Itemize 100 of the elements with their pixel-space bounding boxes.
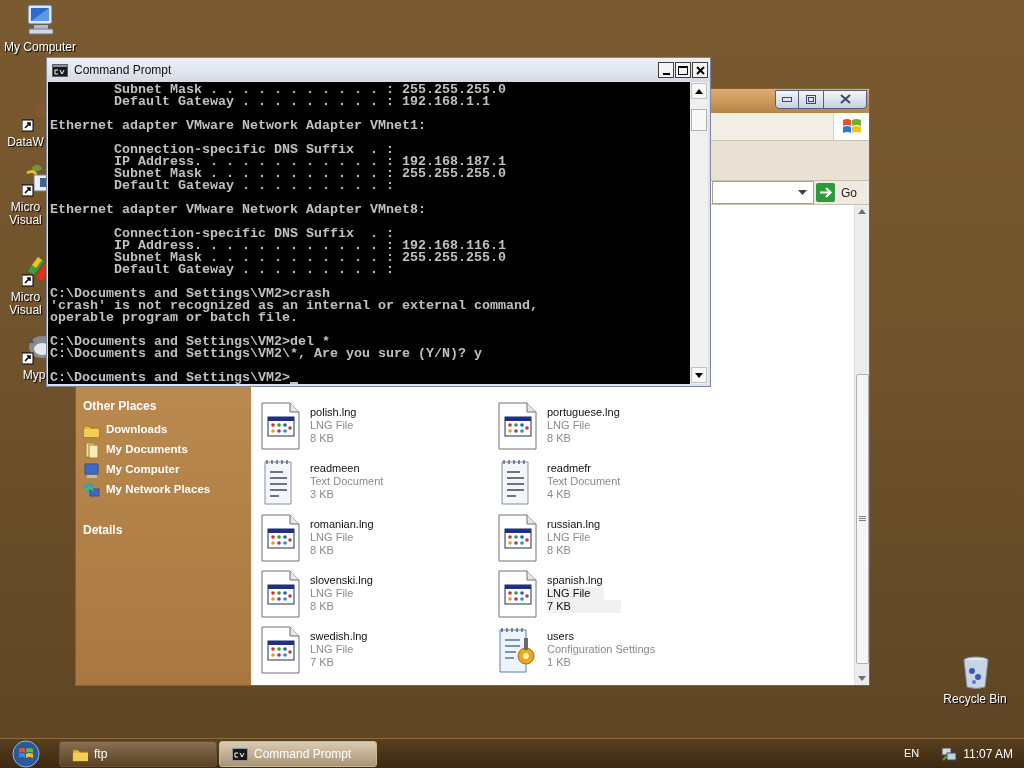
file-size: 1 KB	[547, 656, 571, 669]
console-line: Subnet Mask . . . . . . . . . . . : 255.255.255.0	[113, 84, 506, 96]
icon-label[interactable]: Micro Visual	[5, 291, 46, 317]
file-type: Text Document	[547, 475, 621, 488]
go-button[interactable]: Go	[814, 181, 869, 204]
close-button[interactable]	[692, 62, 708, 78]
close-icon	[839, 94, 851, 104]
language-indicator[interactable]: EN	[903, 745, 920, 762]
file-name[interactable]: russian.lng	[547, 518, 601, 531]
console-line: Connection-specific DNS Suffix . :	[113, 228, 394, 240]
document-icon[interactable]	[261, 626, 301, 674]
console-line: C:\Documents and Settings\VM2>	[50, 372, 290, 384]
file-name[interactable]: swedish.lng	[310, 630, 368, 643]
minimize-icon	[782, 96, 792, 102]
documents-icon[interactable]	[83, 441, 100, 459]
scroll-thumb[interactable]	[691, 109, 707, 131]
console-line: IP Address. . . . . . . . . . . . : 192.168.187.1	[113, 156, 506, 168]
document-icon[interactable]	[498, 514, 538, 562]
restore-icon	[806, 94, 816, 104]
computer-icon[interactable]	[83, 461, 100, 479]
file-size: 8 KB	[310, 432, 334, 445]
file-size: 8 KB	[547, 544, 571, 557]
scroll-up-icon[interactable]	[858, 209, 866, 214]
file-type: LNG File	[547, 419, 591, 432]
icon-label[interactable]: My Computer	[0, 41, 80, 54]
console-line: C:\Documents and Settings\VM2>del *	[50, 336, 330, 348]
window-title: Command Prompt	[74, 62, 173, 79]
file-name[interactable]: portuguese.lng	[547, 406, 620, 419]
maximize-icon	[678, 65, 688, 75]
console-line: Default Gateway . . . . . . . . . :	[113, 264, 394, 276]
file-size: 7 KB	[547, 600, 621, 613]
scroll-down-button[interactable]	[691, 367, 707, 383]
document-icon[interactable]	[498, 402, 538, 450]
settings-file-icon[interactable]	[498, 626, 538, 674]
network-icon[interactable]	[941, 745, 958, 762]
console-line: Connection-specific DNS Suffix . :	[113, 144, 394, 156]
file-size: 7 KB	[310, 656, 334, 669]
file-type: LNG File	[310, 419, 354, 432]
scrollbar[interactable]	[690, 82, 708, 384]
scroll-up-button[interactable]	[691, 83, 707, 99]
file-name[interactable]: romanian.lng	[310, 518, 374, 531]
file-name[interactable]: readmefr	[547, 462, 592, 475]
document-icon[interactable]	[261, 402, 301, 450]
console-line: Ethernet adapter VMware Network Adapter VMnet8:	[50, 204, 426, 216]
minimize-button[interactable]	[775, 89, 799, 109]
pane-heading: Details	[83, 522, 124, 538]
console-line: IP Address. . . . . . . . . . . . : 192.168.116.1	[113, 240, 506, 252]
scroll-down-icon	[695, 372, 703, 378]
file-type: LNG File	[310, 531, 354, 544]
icon-label[interactable]: Recycle Bin	[935, 693, 1015, 706]
file-type: Configuration Settings	[547, 643, 656, 656]
go-arrow-icon	[816, 183, 835, 202]
close-button[interactable]	[824, 89, 867, 109]
console-icon	[232, 745, 248, 762]
file-name[interactable]: readmeen	[310, 462, 360, 475]
file-size: 4 KB	[547, 488, 571, 501]
file-type: LNG File	[547, 587, 605, 600]
address-field[interactable]	[712, 181, 814, 204]
file-name[interactable]: polish.lng	[310, 406, 357, 419]
text-cursor	[289, 382, 298, 384]
file-type: Text Document	[310, 475, 384, 488]
file-name[interactable]: slovenski.lng	[310, 574, 373, 587]
file-type: LNG File	[547, 531, 591, 544]
icon-label[interactable]: Micro Visual	[5, 201, 46, 227]
console-line: Default Gateway . . . . . . . . . : 192.168.1.1	[113, 96, 490, 108]
console-icon	[52, 63, 68, 77]
scroll-up-icon	[695, 88, 703, 94]
file-name[interactable]: users	[547, 630, 574, 643]
console-line: C:\Documents and Settings\VM2\*, Are you sure (Y/N)? y	[50, 348, 482, 360]
close-icon	[695, 65, 705, 75]
file-type: LNG File	[310, 643, 354, 656]
shortcut-icon[interactable]	[22, 163, 46, 197]
start-button[interactable]	[9, 739, 43, 768]
minimize-icon	[662, 73, 670, 75]
start-orb-icon	[11, 739, 41, 768]
minimize-button[interactable]	[658, 62, 674, 78]
console-line: operable program or batch file.	[50, 312, 298, 324]
file-name[interactable]: spanish.lng	[547, 574, 603, 587]
file-size: 8 KB	[310, 600, 334, 613]
clock[interactable]: 11:07 AM	[963, 744, 1013, 763]
scroll-thumb[interactable]	[855, 374, 869, 664]
console-line: Default Gateway . . . . . . . . . :	[113, 180, 394, 192]
pane-heading: Other Places	[83, 398, 158, 414]
document-icon[interactable]	[261, 570, 301, 618]
maximize-button[interactable]	[799, 89, 824, 109]
console-line: C:\Documents and Settings\VM2>crash	[50, 288, 330, 300]
dropdown-caret-icon[interactable]	[798, 190, 807, 195]
taskbar-button[interactable]: ftp	[59, 740, 217, 767]
icon-label[interactable]: DataW	[5, 136, 46, 149]
scrollbar[interactable]	[854, 205, 869, 685]
console-line: Subnet Mask . . . . . . . . . . . : 255.255.255.0	[113, 252, 506, 264]
scroll-down-icon[interactable]	[858, 676, 866, 681]
document-icon[interactable]	[498, 570, 538, 618]
file-size: 3 KB	[310, 488, 334, 501]
maximize-button[interactable]	[675, 62, 691, 78]
console-line: Subnet Mask . . . . . . . . . . . : 255.255.255.0	[113, 168, 506, 180]
logo-icon	[841, 117, 862, 136]
icon-label[interactable]: Myp	[22, 369, 46, 382]
file-size: 8 KB	[310, 544, 334, 557]
document-icon[interactable]	[261, 514, 301, 562]
